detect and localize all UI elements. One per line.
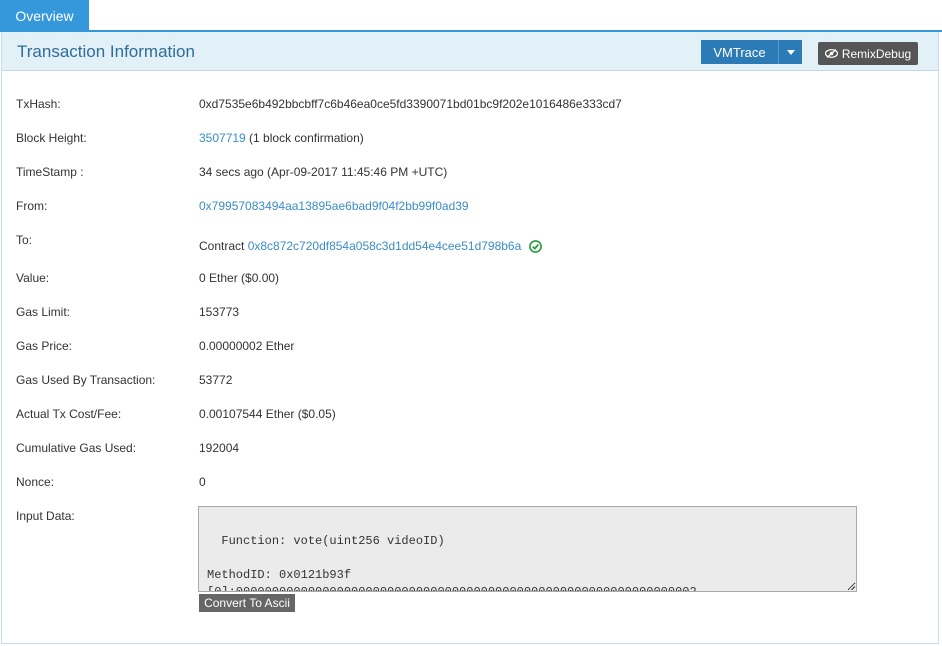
from-label: From: — [16, 199, 48, 213]
gas-limit-label: Gas Limit: — [16, 305, 71, 319]
row-block-height: Block Height: 3507719 (1 block confirmat… — [16, 128, 916, 148]
resize-grip-icon[interactable] — [847, 582, 855, 590]
to-value: Contract 0x8c872c720df854a058c3d1dd54e4c… — [199, 230, 543, 253]
cumulative-gas-label: Cumulative Gas Used: — [16, 441, 137, 455]
row-to: To: Contract 0x8c872c720df854a058c3d1dd5… — [16, 230, 916, 260]
nonce-label: Nonce: — [16, 475, 55, 489]
gas-price-value: 0.00000002 Ether — [199, 339, 295, 353]
row-gas-price: Gas Price: 0.00000002 Ether — [16, 336, 916, 356]
input-data-text: Function: vote(uint256 videoID) MethodID… — [207, 534, 697, 592]
check-circle-icon — [529, 239, 543, 253]
tab-overview[interactable]: Overview — [0, 0, 89, 31]
gas-limit-value: 153773 — [199, 305, 240, 319]
remixdebug-button[interactable]: RemixDebug — [818, 42, 918, 65]
input-data-label: Input Data: — [16, 509, 75, 523]
row-gas-used: Gas Used By Transaction: 53772 — [16, 370, 916, 390]
page-title: Transaction Information — [17, 42, 195, 61]
gas-used-value: 53772 — [199, 373, 233, 387]
input-data-textarea[interactable]: Function: vote(uint256 videoID) MethodID… — [198, 506, 857, 592]
to-contract-link[interactable]: 0x8c872c720df854a058c3d1dd54e4cee51d798b… — [248, 239, 522, 253]
row-gas-limit: Gas Limit: 153773 — [16, 302, 916, 322]
txhash-value: 0xd7535e6b492bbcbff7c6b46ea0ce5fd3390071… — [199, 97, 622, 111]
row-from: From: 0x79957083494aa13895ae6bad9f04f2bb… — [16, 196, 916, 216]
row-value: Value: 0 Ether ($0.00) — [16, 268, 916, 288]
cumulative-gas-value: 192004 — [199, 441, 240, 455]
tab-bar: Overview — [0, 0, 942, 32]
block-height-label: Block Height: — [16, 131, 87, 145]
tx-cost-label: Actual Tx Cost/Fee: — [16, 407, 122, 421]
from-value: 0x79957083494aa13895ae6bad9f04f2bb99f0ad… — [199, 199, 469, 213]
row-nonce: Nonce: 0 — [16, 472, 916, 492]
caret-down-icon — [786, 49, 795, 55]
block-height-link[interactable]: 3507719 — [199, 131, 246, 145]
timestamp-label: TimeStamp : — [16, 165, 84, 179]
gas-price-label: Gas Price: — [16, 339, 73, 353]
value-amount: 0 Ether ($0.00) — [199, 271, 280, 285]
row-txhash: TxHash: 0xd7535e6b492bbcbff7c6b46ea0ce5f… — [16, 94, 916, 114]
panel-header: Transaction Information VMTrace RemixDeb… — [2, 32, 938, 71]
value-label: Value: — [16, 271, 50, 285]
tx-cost-value: 0.00107544 Ether ($0.05) — [199, 407, 336, 421]
row-tx-cost: Actual Tx Cost/Fee: 0.00107544 Ether ($0… — [16, 404, 916, 424]
vmtrace-button-group: VMTrace — [701, 40, 802, 64]
txhash-label: TxHash: — [16, 97, 61, 111]
gas-used-label: Gas Used By Transaction: — [16, 373, 156, 387]
nonce-value: 0 — [199, 475, 206, 489]
convert-to-ascii-button[interactable]: Convert To Ascii — [199, 594, 295, 612]
from-address-link[interactable]: 0x79957083494aa13895ae6bad9f04f2bb99f0ad… — [199, 199, 469, 213]
to-contract-prefix: Contract — [199, 239, 248, 253]
remixdebug-label: RemixDebug — [841, 46, 912, 61]
timestamp-value: 34 secs ago (Apr-09-2017 11:45:46 PM +UT… — [199, 165, 448, 179]
row-timestamp: TimeStamp : 34 secs ago (Apr-09-2017 11:… — [16, 162, 916, 182]
to-label: To: — [16, 233, 33, 247]
vmtrace-button[interactable]: VMTrace — [701, 40, 778, 64]
vmtrace-dropdown-toggle[interactable] — [778, 40, 802, 64]
block-height-value: 3507719 (1 block confirmation) — [199, 131, 364, 145]
eye-slash-icon — [824, 49, 838, 58]
block-confirmation-text: (1 block confirmation) — [245, 131, 364, 145]
row-cumulative-gas: Cumulative Gas Used: 192004 — [16, 438, 916, 458]
